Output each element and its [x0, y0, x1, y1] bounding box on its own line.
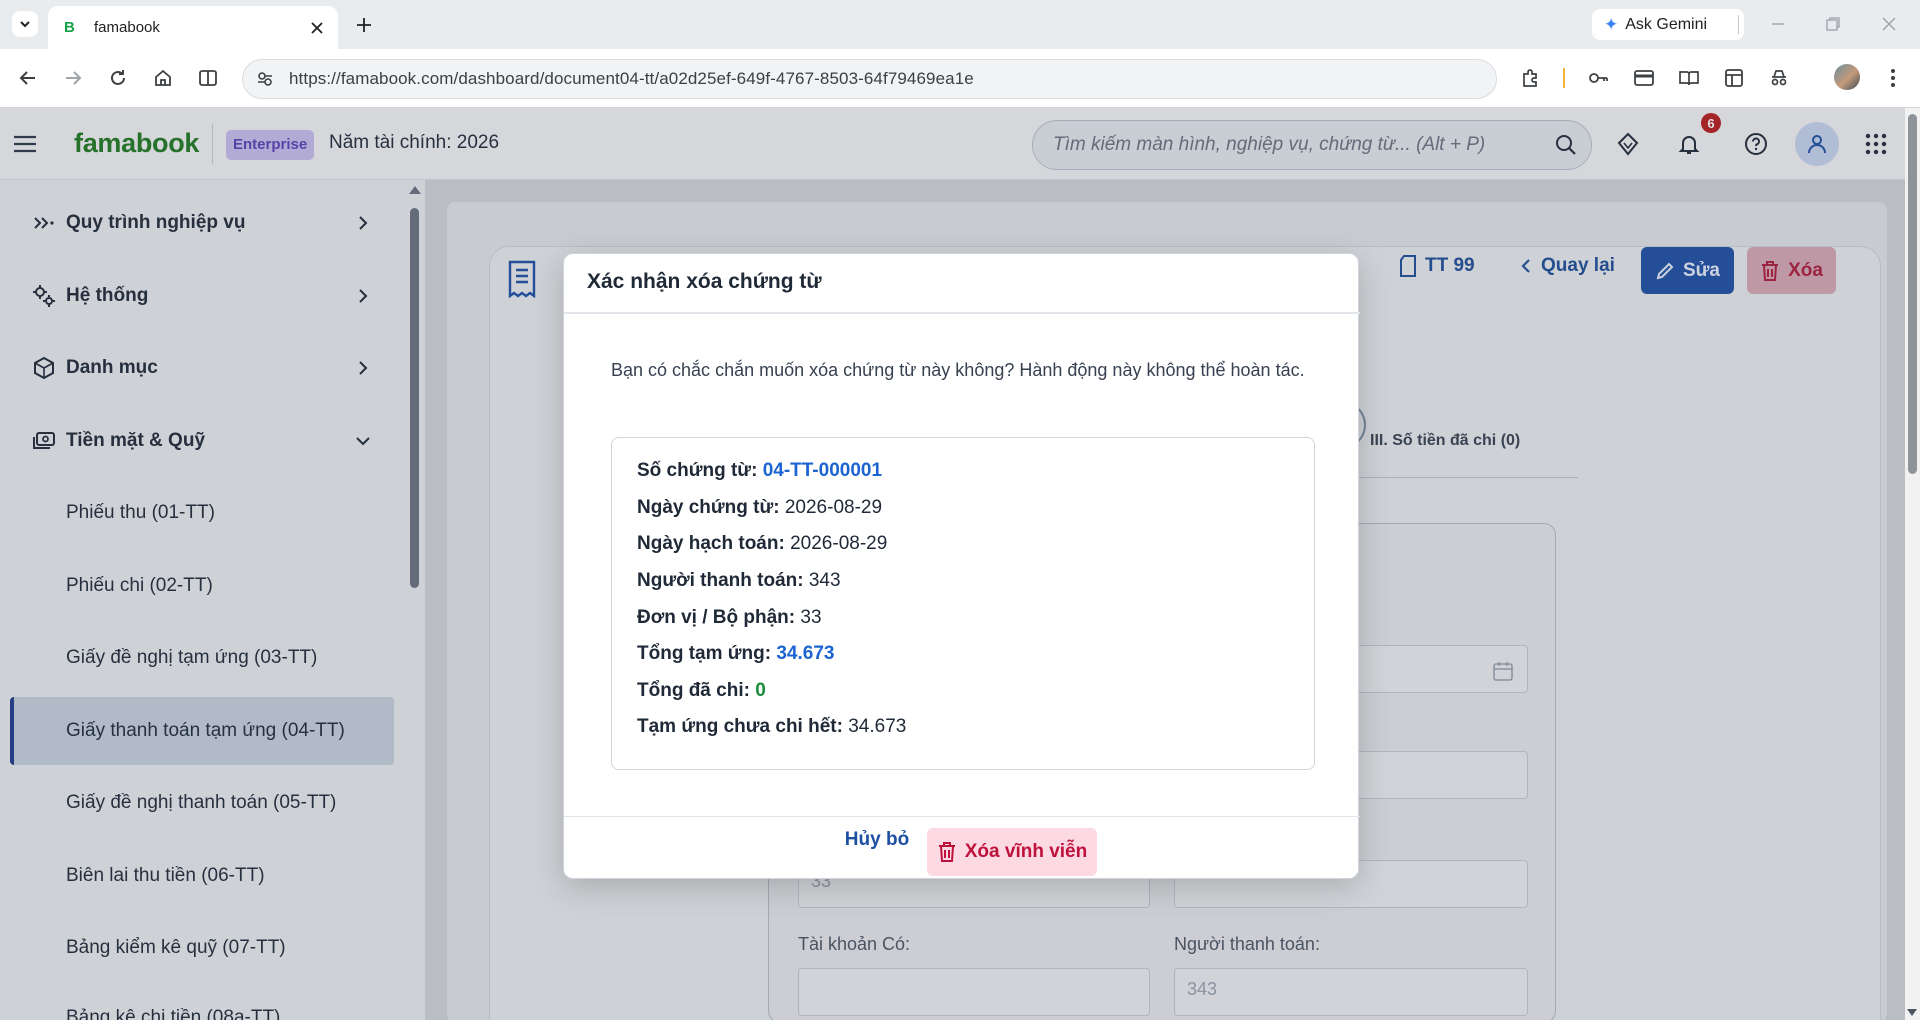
summary-row-department: Đơn vị / Bộ phận: 33: [637, 607, 822, 629]
favicon-icon: B: [64, 18, 75, 36]
minimize-icon: [1772, 23, 1784, 25]
close-icon: [1882, 17, 1896, 31]
restore-button[interactable]: [1823, 14, 1843, 34]
dialog-title: Xác nhận xóa chứng từ: [587, 270, 822, 293]
summary-value: 34.673: [776, 643, 835, 664]
summary-row-doc-number: Số chứng từ: 04-TT-000001: [637, 460, 882, 482]
summary-value: 33: [800, 607, 822, 628]
summary-value: 2026-08-29: [790, 533, 888, 554]
reload-button[interactable]: [106, 66, 130, 90]
delete-permanently-label: Xóa vĩnh viễn: [964, 841, 1088, 862]
summary-row-posting-date: Ngày hạch toán: 2026-08-29: [637, 533, 887, 555]
tab-close-button[interactable]: [308, 19, 326, 37]
dialog-footer-divider: [564, 816, 1360, 817]
browser-menu-button[interactable]: [1881, 66, 1905, 90]
summary-label: Tổng tạm ứng:: [637, 643, 772, 664]
incognito-button[interactable]: [1767, 66, 1791, 90]
summary-label: Tổng đã chi:: [637, 680, 750, 701]
back-button[interactable]: [16, 66, 40, 90]
browser-toolbar: https://famabook.com/dashboard/document0…: [0, 49, 1920, 108]
trash-icon: [938, 842, 955, 862]
summary-row-remaining: Tạm ứng chưa chi hết: 34.673: [637, 716, 906, 738]
delete-permanently-button[interactable]: Xóa vĩnh viễn: [927, 828, 1097, 876]
arrow-left-icon: [19, 71, 35, 85]
summary-value: 04-TT-000001: [762, 460, 883, 481]
minimize-button[interactable]: [1768, 14, 1788, 34]
split-view-button[interactable]: [196, 66, 220, 90]
ask-gemini-button[interactable]: ✦ Ask Gemini: [1592, 9, 1744, 40]
tab-search-button[interactable]: [12, 11, 38, 37]
tabbar-divider: [1738, 15, 1739, 34]
toolbar-divider: [1563, 68, 1565, 88]
dialog-message: Bạn có chắc chắn muốn xóa chứng từ này k…: [611, 360, 1305, 380]
gemini-sparkle-icon: ✦: [1604, 14, 1619, 34]
page-scroll-thumb[interactable]: [1908, 114, 1917, 474]
summary-label: Ngày hạch toán:: [637, 533, 785, 554]
split-view-icon: [199, 70, 217, 86]
summary-value: 0: [755, 680, 766, 701]
home-button[interactable]: [151, 66, 175, 90]
summary-value: 343: [808, 570, 841, 591]
tab-groups-button[interactable]: [1722, 66, 1746, 90]
summary-row-doc-date: Ngày chứng từ: 2026-08-29: [637, 497, 882, 519]
summary-label: Tạm ứng chưa chi hết:: [637, 716, 843, 737]
url-text: https://famabook.com/dashboard/document0…: [289, 69, 974, 88]
summary-value: 2026-08-29: [784, 497, 883, 518]
reading-mode-button[interactable]: [1677, 66, 1701, 90]
new-tab-button[interactable]: [352, 13, 376, 37]
close-icon: [311, 21, 323, 34]
summary-label: Đơn vị / Bộ phận:: [637, 607, 796, 628]
profile-avatar[interactable]: [1834, 64, 1860, 90]
incognito-icon: [1771, 70, 1787, 86]
browser-tab-bar: B famabook ✦ Ask Gemini: [0, 0, 1920, 49]
summary-row-total-advance: Tổng tạm ứng: 34.673: [637, 643, 834, 665]
summary-label: Ngày chứng từ:: [637, 497, 780, 518]
book-open-icon: [1679, 71, 1699, 86]
arrow-right-icon: [66, 71, 82, 85]
page-scrollbar[interactable]: [1905, 108, 1920, 1020]
cancel-button[interactable]: Hủy bỏ: [837, 818, 917, 862]
forward-button[interactable]: [61, 66, 85, 90]
password-manager-button[interactable]: [1586, 66, 1610, 90]
restore-icon: [1826, 17, 1840, 31]
tab-title: famabook: [94, 19, 160, 36]
browser-tab[interactable]: B famabook: [48, 6, 338, 49]
summary-label: Người thanh toán:: [637, 570, 804, 591]
puzzle-icon: [1523, 69, 1537, 87]
window-close-button[interactable]: [1879, 14, 1899, 34]
home-icon: [155, 69, 171, 86]
payment-methods-button[interactable]: [1632, 66, 1656, 90]
table-icon: [1725, 69, 1743, 87]
delete-confirm-dialog: Xác nhận xóa chứng từ Bạn có chắc chắn m…: [563, 253, 1360, 879]
address-bar[interactable]: https://famabook.com/dashboard/document0…: [242, 59, 1497, 99]
chevron-down-icon: [20, 21, 30, 28]
site-info-icon[interactable]: [255, 69, 275, 89]
scroll-down-arrow-icon[interactable]: [1907, 1009, 1917, 1016]
summary-label: Số chứng từ:: [637, 460, 758, 481]
document-summary-box: Số chứng từ: 04-TT-000001 Ngày chứng từ:…: [611, 437, 1315, 770]
dialog-header-divider: [564, 312, 1360, 314]
extensions-button[interactable]: [1518, 66, 1542, 90]
summary-value: 34.673: [848, 716, 907, 737]
plus-icon: [357, 18, 371, 32]
summary-row-payer: Người thanh toán: 343: [637, 570, 841, 592]
credit-card-icon: [1634, 70, 1654, 86]
key-icon: [1589, 73, 1608, 83]
ask-gemini-label: Ask Gemini: [1625, 15, 1708, 33]
reload-icon: [111, 70, 125, 85]
more-vertical-icon: [1891, 69, 1895, 87]
summary-row-total-spent: Tổng đã chi: 0: [637, 680, 766, 702]
